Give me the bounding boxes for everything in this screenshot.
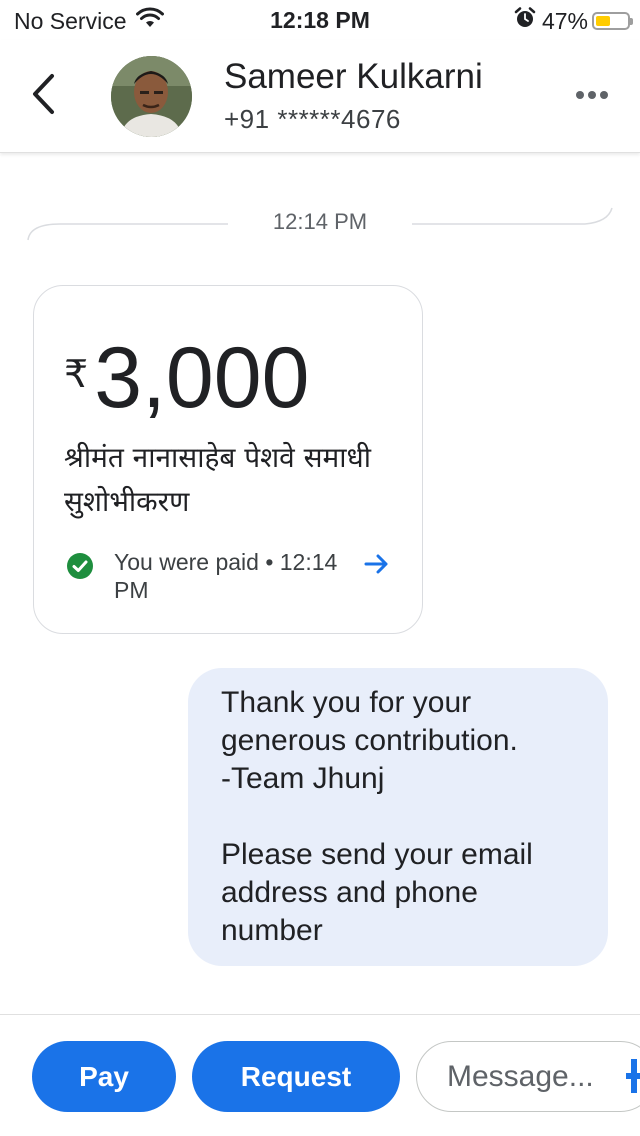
message-input[interactable]: Message...: [416, 1041, 640, 1112]
payment-note: श्रीमंत नानासाहेब पेशवे समाधी सुशोभीकरण: [64, 436, 394, 524]
message-line: address and phone: [221, 876, 478, 909]
battery-icon: [592, 12, 633, 30]
payment-note-line: सुशोभीकरण: [64, 485, 190, 518]
battery-percent: 47%: [541, 7, 588, 34]
status-bar: No Service 12:18 PM 47%: [0, 0, 640, 40]
check-circle-icon: [66, 552, 94, 585]
message-line: number: [221, 914, 323, 947]
contact-name: Sameer Kulkarni: [224, 57, 483, 96]
payment-note-line: श्रीमंत नानासाहेब पेशवे समाधी: [64, 441, 372, 474]
back-arrow-icon: [30, 73, 58, 120]
contact-phone: +91 ******4676: [224, 104, 401, 134]
message-line: -Team Jhunj: [221, 762, 385, 795]
payment-amount: 3,000: [94, 330, 310, 426]
status-right: 47%: [514, 7, 633, 35]
more-options-icon: [575, 87, 609, 105]
alarm-icon: [514, 7, 536, 35]
compose-bar: Pay Request Message...: [0, 1014, 640, 1136]
attach-icon[interactable]: [626, 1059, 640, 1098]
message-line: Please send your email: [221, 838, 533, 871]
pay-button[interactable]: Pay: [32, 1041, 176, 1112]
payment-amount-row: ₹ 3,000: [64, 328, 309, 428]
message-line: Thank you for your: [221, 686, 472, 719]
payment-status-text: You were paid • 12:14 PM: [114, 549, 338, 603]
more-options-button[interactable]: [570, 78, 614, 114]
request-button[interactable]: Request: [192, 1041, 400, 1112]
message-placeholder: Message...: [447, 1059, 594, 1093]
sent-message-bubble[interactable]: Thank you for your generous contribution…: [188, 668, 608, 966]
message-timestamp: 12:14 PM: [272, 209, 368, 234]
arrow-right-icon[interactable]: [364, 552, 390, 581]
message-line: generous contribution.: [221, 724, 518, 757]
currency-symbol: ₹: [64, 354, 89, 396]
back-button[interactable]: [22, 73, 66, 120]
avatar[interactable]: [111, 56, 192, 137]
chat-header: Sameer Kulkarni +91 ******4676: [0, 40, 640, 153]
payment-card[interactable]: ₹ 3,000 श्रीमंत नानासाहेब पेशवे समाधी सु…: [33, 285, 423, 634]
chat-screen: No Service 12:18 PM 47% Sameer Kulkarni …: [0, 0, 640, 1136]
